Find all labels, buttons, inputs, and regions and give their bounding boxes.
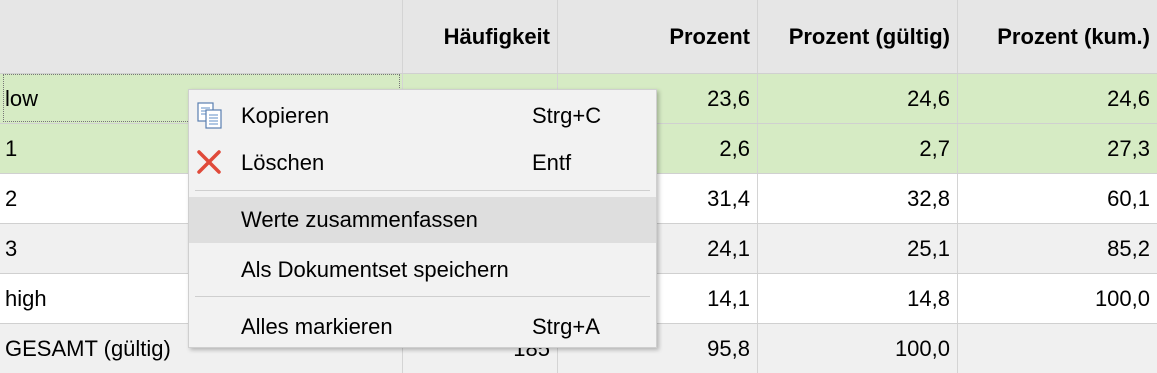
cell-prozent-kum: 27,3 xyxy=(957,124,1157,173)
cell-prozent-kum: 85,2 xyxy=(957,224,1157,273)
header-prozent[interactable]: Prozent xyxy=(557,0,757,73)
cell-prozent-kum: 100,0 xyxy=(957,274,1157,323)
menu-item-loeschen[interactable]: Löschen Entf xyxy=(189,140,656,186)
menu-item-label: Werte zusammenfassen xyxy=(241,207,478,232)
menu-item-label: Kopieren xyxy=(241,103,330,128)
header-haeufigkeit[interactable]: Häufigkeit xyxy=(402,0,557,73)
menu-item-label: Löschen xyxy=(241,150,325,175)
context-menu: Kopieren Strg+C Löschen Entf Werte zusam… xyxy=(188,89,657,348)
header-label-column[interactable] xyxy=(0,0,402,73)
cell-prozent-gueltig: 25,1 xyxy=(757,224,957,273)
menu-separator xyxy=(195,296,650,297)
menu-item-shortcut: Strg+C xyxy=(532,103,602,128)
delete-x-icon xyxy=(195,149,225,177)
cell-prozent-kum: 24,6 xyxy=(957,74,1157,123)
copy-icon xyxy=(195,102,225,130)
menu-item-kopieren[interactable]: Kopieren Strg+C xyxy=(189,93,656,139)
cell-prozent-gueltig: 2,7 xyxy=(757,124,957,173)
menu-item-als-dokumentset-speichern[interactable]: Als Dokumentset speichern xyxy=(189,247,656,293)
cell-prozent-gueltig: 14,8 xyxy=(757,274,957,323)
cell-prozent-gueltig: 24,6 xyxy=(757,74,957,123)
header-prozent-gueltig[interactable]: Prozent (gültig) xyxy=(757,0,957,73)
menu-item-werte-zusammenfassen[interactable]: Werte zusammenfassen xyxy=(189,197,656,243)
cell-prozent-kum: 60,1 xyxy=(957,174,1157,223)
cell-prozent-gueltig: 32,8 xyxy=(757,174,957,223)
menu-item-label: Als Dokumentset speichern xyxy=(241,257,509,282)
header-prozent-kum[interactable]: Prozent (kum.) xyxy=(957,0,1157,73)
table-header: Häufigkeit Prozent Prozent (gültig) Proz… xyxy=(0,0,1157,73)
menu-item-label: Alles markieren xyxy=(241,314,393,339)
menu-separator xyxy=(195,190,650,191)
menu-item-alles-markieren[interactable]: Alles markieren Strg+A xyxy=(189,304,656,350)
cell-prozent-kum xyxy=(957,324,1157,373)
menu-item-shortcut: Entf xyxy=(532,150,572,175)
menu-item-shortcut: Strg+A xyxy=(532,314,600,339)
cell-prozent-gueltig: 100,0 xyxy=(757,324,957,373)
